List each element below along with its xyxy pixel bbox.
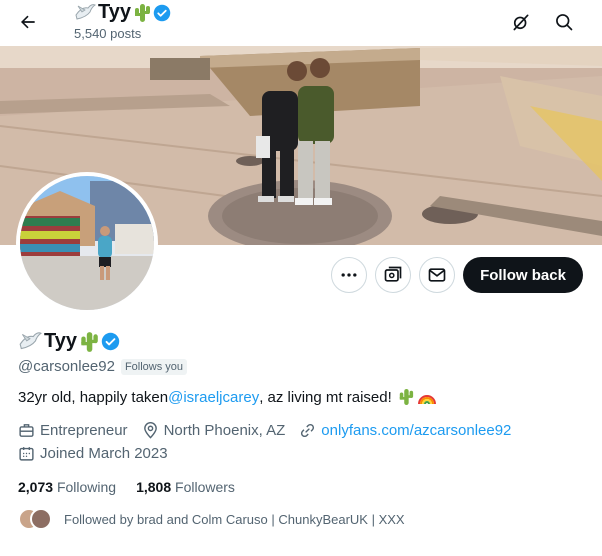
cactus-emoji-icon	[81, 331, 98, 352]
profession-item: Entrepreneur	[18, 422, 128, 439]
location-pin-icon	[143, 422, 157, 439]
media-gallery-icon	[384, 266, 402, 282]
more-button[interactable]	[331, 257, 367, 293]
post-count: 5,540 posts	[74, 26, 142, 41]
following-stat[interactable]: 2,073 Following	[18, 479, 116, 495]
message-button[interactable]	[419, 257, 455, 293]
joined-date: Joined March 2023	[40, 445, 168, 462]
followers-count: 1,808	[136, 479, 172, 495]
profession: Entrepreneur	[40, 422, 128, 439]
briefcase-icon	[19, 424, 34, 437]
followers-label: Followers	[175, 479, 235, 495]
joined-row: Joined March 2023	[18, 445, 182, 462]
dove-emoji-icon	[75, 3, 96, 20]
calendar-icon	[19, 447, 34, 461]
display-name-text: Tyy	[44, 330, 77, 352]
header-title: Tyy	[74, 1, 171, 24]
cactus-emoji-icon	[134, 3, 150, 22]
handle-row: @carsonlee92 Follows you	[18, 358, 188, 375]
link-icon	[301, 423, 315, 438]
following-label: Following	[56, 479, 117, 495]
followers-stat[interactable]: 1,808 Followers	[136, 479, 235, 495]
search-button[interactable]	[548, 6, 580, 38]
verified-badge-icon	[153, 4, 171, 21]
grok-button[interactable]	[505, 6, 537, 38]
website-link[interactable]: onlyfans.com/azcarsonlee92	[321, 422, 511, 439]
bio: 32yr old, happily taken @israeljcarey , …	[18, 388, 437, 406]
envelope-icon	[428, 268, 446, 282]
profile-avatar[interactable]	[16, 172, 158, 314]
bio-mention-link[interactable]: @israeljcarey	[168, 389, 259, 406]
joined-item: Joined March 2023	[18, 445, 168, 462]
followers-you-know-avatars	[18, 508, 52, 530]
profile-header: Tyy 5,540 posts	[0, 0, 602, 46]
grok-icon	[513, 14, 529, 31]
header-name-text: Tyy	[98, 1, 131, 23]
display-name: Tyy	[18, 330, 120, 353]
handle: @carsonlee92	[18, 358, 115, 375]
bio-text: 32yr old, happily taken	[18, 388, 169, 406]
location: North Phoenix, AZ	[163, 422, 286, 439]
arrow-left-icon	[21, 15, 35, 29]
avatar-photo	[20, 176, 154, 310]
view-media-button[interactable]	[375, 257, 411, 293]
rainbow-emoji-icon	[417, 395, 436, 405]
avatar	[30, 508, 52, 530]
back-button[interactable]	[12, 6, 44, 38]
search-icon	[556, 14, 573, 31]
location-item: North Phoenix, AZ	[142, 422, 286, 439]
followed-by-row[interactable]: Followed by brad and Colm Caruso | Chunk…	[18, 508, 405, 530]
verified-badge-icon	[101, 332, 120, 351]
website-item: onlyfans.com/azcarsonlee92	[299, 422, 511, 439]
profile-meta: Entrepreneur North Phoenix, AZ onlyfans.…	[18, 422, 525, 439]
follow-back-button[interactable]: Follow back	[463, 257, 583, 293]
follows-you-badge: Follows you	[120, 358, 188, 375]
cactus-emoji-icon	[399, 389, 413, 405]
bio-tail: , az living mt raised!	[259, 388, 392, 406]
followed-by-text: Followed by brad and Colm Caruso | Chunk…	[64, 511, 405, 527]
follow-stats: 2,073 Following 1,808 Followers	[18, 479, 235, 495]
following-count: 2,073	[18, 479, 54, 495]
more-dots-icon	[341, 273, 357, 277]
dove-emoji-icon	[19, 331, 42, 349]
